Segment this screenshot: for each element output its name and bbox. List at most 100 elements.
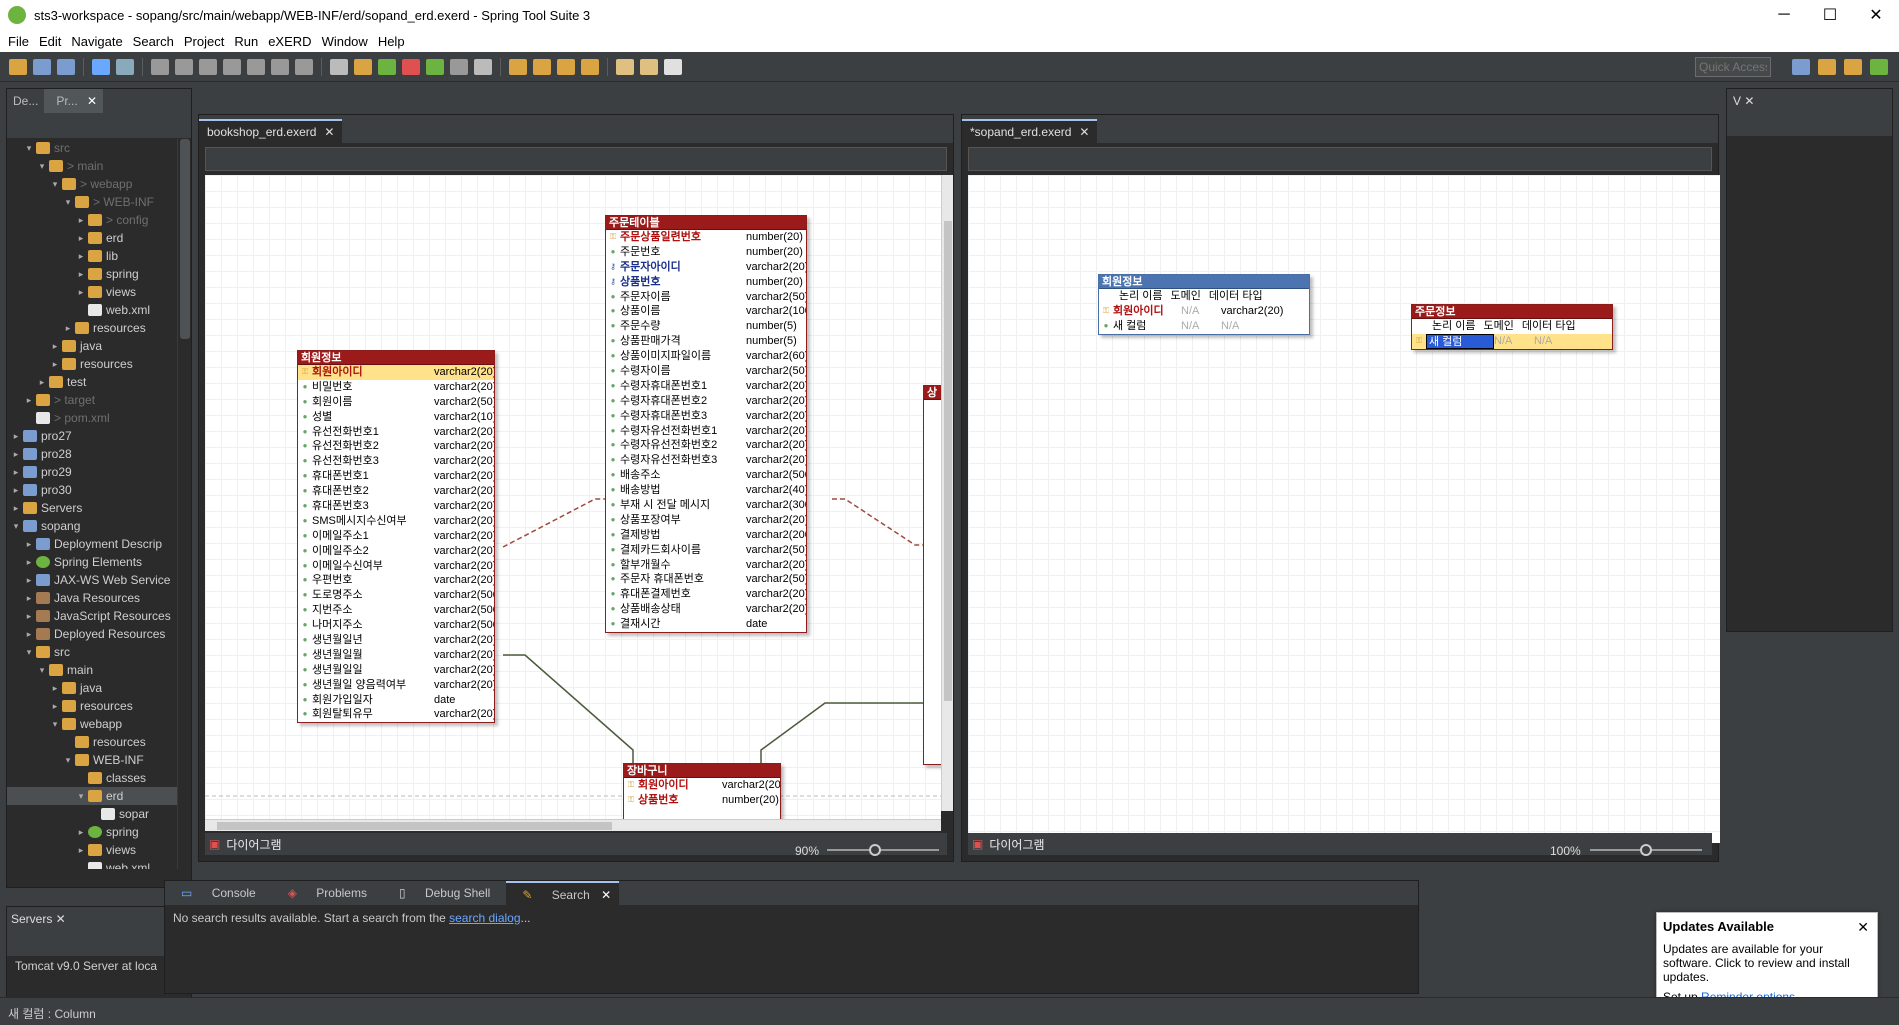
zoom-slider-knob[interactable] [1640, 844, 1652, 856]
forward-icon[interactable] [640, 58, 658, 75]
step-over-icon[interactable] [271, 58, 289, 75]
run-icon[interactable] [426, 58, 444, 75]
stop-icon[interactable] [450, 58, 468, 75]
menu-window[interactable]: Window [322, 34, 368, 49]
column-row[interactable]: ● 배송방법 varchar2(40) [606, 483, 806, 498]
column-row[interactable]: ● 주문자 휴대폰번호 varchar2(50) [606, 572, 806, 587]
skip-breakpoints-icon[interactable] [116, 58, 134, 75]
zoom-slider[interactable] [827, 849, 939, 851]
expand-arrow-icon[interactable]: ▸ [37, 373, 47, 391]
spring-perspective-icon[interactable] [1870, 59, 1888, 75]
column-row[interactable]: ● 배송주소 varchar2(500) [606, 468, 806, 483]
search-dialog-link[interactable]: search dialog [449, 911, 520, 925]
expand-arrow-icon[interactable]: ▾ [11, 517, 21, 535]
expand-arrow-icon[interactable]: ▸ [76, 211, 86, 229]
next-icon[interactable] [664, 58, 682, 75]
tree-scrollbar[interactable] [177, 139, 191, 869]
expand-arrow-icon[interactable]: ▸ [50, 679, 60, 697]
diagram-tab[interactable]: 다이어그램 [989, 836, 1044, 853]
expand-arrow-icon[interactable]: ▸ [76, 229, 86, 247]
tree-item[interactable]: ▸ pro27 [7, 427, 179, 445]
terminate-icon[interactable] [199, 58, 217, 75]
expand-arrow-icon[interactable]: ▸ [24, 391, 34, 409]
column-row[interactable]: ⚷ 주문자아이디 varchar2(20) [606, 260, 806, 275]
column-row[interactable]: ● 도로명주소 varchar2(500) [298, 588, 494, 603]
tree-item[interactable]: ▸ > target [7, 391, 179, 409]
column-row[interactable]: ● 상품이미지파일이름 varchar2(60) [606, 349, 806, 364]
back-icon[interactable] [616, 58, 634, 75]
expand-arrow-icon[interactable]: ▸ [11, 427, 21, 445]
menu-file[interactable]: File [8, 34, 29, 49]
zoom-slider-knob[interactable] [869, 844, 881, 856]
order-entity[interactable]: 주문정보 논리 이름 도메인 데이터 타입 ⚿ 새 컬럼 N/A N/A [1411, 304, 1613, 350]
expand-arrow-icon[interactable]: ▸ [76, 823, 86, 841]
column-row[interactable]: ● 휴대폰번호2 varchar2(20) [298, 484, 494, 499]
erd-canvas[interactable]: 주문테이블 ⚿ 주문상품일련번호 number(20) ● 주문번호 number(20) ⚷… [205, 175, 941, 831]
column-row[interactable]: ● 지번주소 varchar2(500) [298, 603, 494, 618]
open-type-icon[interactable] [509, 58, 527, 75]
close-notification-icon[interactable]: ✕ [1857, 919, 1869, 936]
expand-arrow-icon[interactable]: ▾ [50, 175, 60, 193]
column-row[interactable]: ● 상품포장여부 varchar2(20) [606, 513, 806, 528]
expand-arrow-icon[interactable]: ▸ [76, 265, 86, 283]
tree-item[interactable]: ▾ webapp [7, 715, 179, 733]
debug-perspective-icon[interactable] [1844, 59, 1862, 75]
column-name[interactable]: 새 컬럼 [1426, 333, 1494, 349]
annotation-icon[interactable] [581, 58, 599, 75]
column-row[interactable]: ● 수령자이름 varchar2(50) [606, 364, 806, 379]
tab-bookshop-erd[interactable]: bookshop_erd.exerd ✕ [199, 119, 343, 144]
disconnect-icon[interactable] [223, 58, 241, 75]
menu-project[interactable]: Project [184, 34, 224, 49]
cart-table[interactable]: 장바구니 ⚿ 회원아이디 varchar2(20) ⚿ 상품번호 number(20) [623, 763, 781, 823]
tree-item[interactable]: ▸ JavaScript Resources [7, 607, 179, 625]
save-icon[interactable] [33, 58, 51, 75]
column-row[interactable]: ● 유선전화번호2 varchar2(20) [298, 439, 494, 454]
tree-item[interactable]: resources [7, 733, 179, 751]
order-table[interactable]: 주문테이블 ⚿ 주문상품일련번호 number(20) ● 주문번호 number(20) ⚷… [605, 215, 807, 634]
column-row[interactable]: ● 상품배송상태 varchar2(20) [606, 602, 806, 617]
menu-help[interactable]: Help [378, 34, 405, 49]
canvas-hscroll[interactable] [205, 819, 941, 831]
expand-arrow-icon[interactable]: ▾ [37, 157, 47, 175]
column-row[interactable]: ● 생년월일 양음력여부 varchar2(20) [298, 678, 494, 693]
column-row[interactable]: ● 성별 varchar2(10) [298, 410, 494, 425]
save-all-icon[interactable] [57, 58, 75, 75]
tree-item[interactable]: ▸ pro30 [7, 481, 179, 499]
expand-arrow-icon[interactable]: ▸ [11, 481, 21, 499]
column-row[interactable]: ● 휴대폰번호3 varchar2(20) [298, 499, 494, 514]
column-row[interactable]: ● 이메일주소2 varchar2(20) [298, 544, 494, 559]
tree-item[interactable]: sopar [7, 805, 179, 823]
column-row[interactable]: ● 주문자이름 varchar2(50) [606, 290, 806, 305]
tab-deployment[interactable]: De... [7, 94, 44, 108]
column-row[interactable]: ⚷ 상품번호 number(20) [606, 275, 806, 290]
expand-arrow-icon[interactable]: ▾ [24, 643, 34, 661]
tree-item[interactable]: classes [7, 769, 179, 787]
column-row[interactable]: ● 새 컬럼 N/A N/A [1099, 319, 1309, 334]
column-row[interactable]: ● 결제방법 varchar2(200) [606, 528, 806, 543]
tree-item[interactable]: ▸ spring [7, 265, 179, 283]
tree-item[interactable]: ▸ views [7, 841, 179, 859]
column-row[interactable]: ● 비밀번호 varchar2(20) [298, 380, 494, 395]
column-row[interactable]: ● 유선전화번호3 varchar2(20) [298, 454, 494, 469]
column-row[interactable]: ● 회원탈퇴유무 varchar2(20) [298, 707, 494, 722]
menu-exerd[interactable]: eXERD [268, 34, 311, 49]
erd-canvas[interactable]: 회원정보 논리 이름 도메인 데이터 타입 ⚿ 회원아이디 N/A varchar2(20) ●… [968, 175, 1720, 843]
column-row[interactable]: ● 수령자휴대폰번호1 varchar2(20) [606, 379, 806, 394]
column-row[interactable]: ⚿ 주문상품일련번호 number(20) [606, 230, 806, 245]
column-row[interactable]: ● 유선전화번호1 varchar2(20) [298, 425, 494, 440]
tab-project-explorer[interactable]: Pr... ✕ [44, 89, 104, 113]
open-perspective-icon[interactable] [1792, 59, 1810, 75]
column-row[interactable]: ⚿ 상품번호 number(20) [624, 793, 780, 808]
tab-search[interactable]: ✎ Search ✕ [506, 881, 620, 905]
expand-arrow-icon[interactable]: ▾ [63, 193, 73, 211]
tree-item[interactable]: ▾ src [7, 139, 179, 157]
tree-item[interactable]: ▸ Deployed Resources [7, 625, 179, 643]
tree-item[interactable]: ▸ erd [7, 229, 179, 247]
column-row[interactable]: ● 생년월일일 varchar2(20) [298, 663, 494, 678]
tab-servers[interactable]: Servers ✕ [11, 912, 66, 926]
canvas-hscroll-thumb[interactable] [217, 822, 612, 830]
expand-arrow-icon[interactable]: ▸ [63, 319, 73, 337]
tree-item[interactable]: ▸ java [7, 679, 179, 697]
close-tab-icon[interactable]: ✕ [324, 120, 334, 144]
tree-item[interactable]: ▸ resources [7, 697, 179, 715]
